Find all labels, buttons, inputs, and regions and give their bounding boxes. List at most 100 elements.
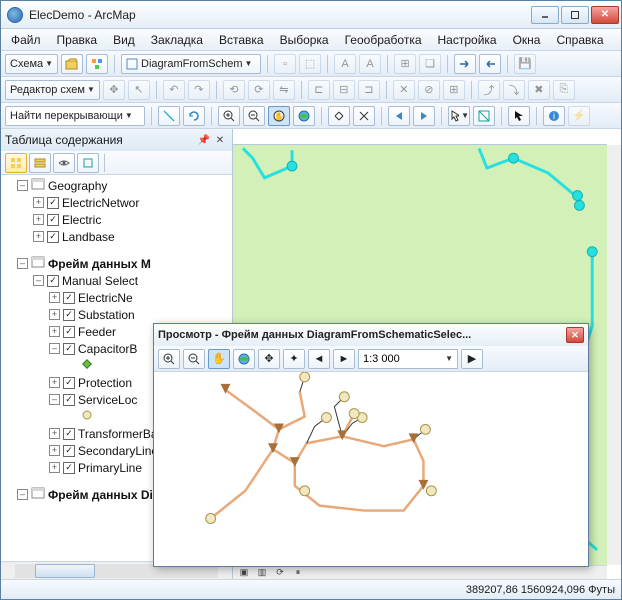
editor-dropdown[interactable]: Редактор схем▼ (5, 80, 100, 100)
list-by-source-icon[interactable] (29, 153, 51, 173)
menu-help[interactable]: Справка (548, 31, 611, 49)
schema-dropdown[interactable]: Схема▼ (5, 54, 58, 74)
titlebar[interactable]: ElecDemo - ArcMap ✕ (1, 1, 621, 29)
propagate-selection-icon[interactable] (454, 54, 476, 74)
layer-checkbox[interactable]: ✓ (47, 197, 59, 209)
layer-secondaryline[interactable]: SecondaryLine (78, 444, 158, 458)
layer-primaryline[interactable]: PrimaryLine (78, 461, 142, 475)
expand-icon[interactable]: + (33, 197, 44, 208)
menu-view[interactable]: Вид (105, 31, 143, 49)
layer-serviceloc[interactable]: ServiceLoc (78, 393, 137, 407)
close-button[interactable]: ✕ (591, 6, 619, 24)
layout-view-icon[interactable]: ▥ (255, 567, 269, 579)
prev-extent-icon[interactable] (388, 106, 410, 126)
data-view-icon[interactable]: ▣ (237, 567, 251, 579)
scroll-thumb[interactable] (35, 564, 95, 578)
full-extent-icon[interactable] (293, 106, 315, 126)
schematic-diagram-icon[interactable] (86, 54, 108, 74)
layer-checkbox[interactable]: ✓ (63, 309, 75, 321)
manual-dataframe[interactable]: Фрейм данных M (48, 257, 151, 271)
layer-substation[interactable]: Substation (78, 308, 135, 322)
viewer-scale-combo[interactable]: 1:3 000▼ (358, 349, 458, 369)
identify-icon[interactable]: i (543, 106, 565, 126)
list-by-visibility-icon[interactable] (53, 153, 75, 173)
collapse-icon[interactable]: – (17, 180, 28, 191)
collapse-icon[interactable]: – (17, 258, 28, 269)
layer-checkbox[interactable]: ✓ (63, 377, 75, 389)
expand-icon[interactable]: + (49, 377, 60, 388)
map-hscrollbar[interactable]: ▣ ▥ ⟳ ⏸ (233, 565, 607, 579)
menu-file[interactable]: Файл (3, 31, 49, 49)
viewer-close-button[interactable]: ✕ (566, 327, 584, 343)
next-extent-icon[interactable] (413, 106, 435, 126)
pan-icon[interactable]: ✋ (268, 106, 290, 126)
geography-frame[interactable]: Geography (48, 179, 107, 193)
open-schematic-icon[interactable] (61, 54, 83, 74)
menu-edit[interactable]: Правка (49, 31, 106, 49)
fixed-zoom-out-icon[interactable] (353, 106, 375, 126)
viewer-pan-icon[interactable]: ✋ (208, 349, 230, 369)
menu-customize[interactable]: Настройка (430, 31, 505, 49)
viewer-full-extent-icon[interactable] (233, 349, 255, 369)
expand-icon[interactable]: + (49, 445, 60, 456)
viewer-prev-extent-icon[interactable]: ◄ (308, 349, 330, 369)
layer-checkbox[interactable]: ✓ (47, 231, 59, 243)
layer-checkbox[interactable]: ✓ (63, 445, 75, 457)
find-overlapping-combo[interactable]: Найти перекрывающи▼ (5, 106, 145, 126)
layer-electricne[interactable]: ElectricNe (78, 291, 133, 305)
menu-insert[interactable]: Вставка (211, 31, 272, 49)
toc-header[interactable]: Таблица содержания 📌 ✕ (1, 129, 232, 151)
select-elements-icon[interactable] (508, 106, 530, 126)
kill-overlap-icon[interactable] (158, 106, 180, 126)
viewer-fixed-zoom-out-icon[interactable]: ✦ (283, 349, 305, 369)
list-by-selection-icon[interactable] (77, 153, 99, 173)
propagate-back-icon[interactable] (479, 54, 501, 74)
group-manual-select[interactable]: Manual Select (62, 274, 138, 288)
viewer-canvas[interactable] (154, 372, 588, 566)
menu-windows[interactable]: Окна (505, 31, 549, 49)
collapse-icon[interactable]: – (17, 489, 28, 500)
layer-checkbox[interactable]: ✓ (47, 214, 59, 226)
menu-selection[interactable]: Выборка (272, 31, 337, 49)
expand-icon[interactable]: + (49, 326, 60, 337)
zoom-out-icon[interactable] (243, 106, 265, 126)
viewer-window[interactable]: Просмотр - Фрейм данных DiagramFromSchem… (153, 323, 589, 567)
layer-electricnetwork[interactable]: ElectricNetwor (62, 196, 139, 210)
layer-capacitor[interactable]: CapacitorB (78, 342, 137, 356)
layer-checkbox[interactable]: ✓ (63, 343, 75, 355)
viewer-fixed-zoom-in-icon[interactable]: ✥ (258, 349, 280, 369)
expand-icon[interactable]: + (33, 231, 44, 242)
layer-checkbox[interactable]: ✓ (63, 428, 75, 440)
layer-checkbox[interactable]: ✓ (63, 394, 75, 406)
collapse-icon[interactable]: – (49, 343, 60, 354)
fixed-zoom-in-icon[interactable] (328, 106, 350, 126)
viewer-zoom-out-icon[interactable] (183, 349, 205, 369)
refresh-view-icon[interactable]: ⟳ (273, 567, 287, 579)
viewer-titlebar[interactable]: Просмотр - Фрейм данных DiagramFromSchem… (154, 324, 588, 346)
layer-protection[interactable]: Protection (78, 376, 132, 390)
expand-icon[interactable]: + (49, 309, 60, 320)
expand-icon[interactable]: + (49, 428, 60, 439)
layer-checkbox[interactable]: ✓ (63, 462, 75, 474)
refresh-icon[interactable] (183, 106, 205, 126)
menu-geoprocessing[interactable]: Геообработка (337, 31, 430, 49)
layer-checkbox[interactable]: ✓ (63, 326, 75, 338)
clear-selection-icon[interactable] (473, 106, 495, 126)
zoom-in-icon[interactable] (218, 106, 240, 126)
viewer-next-extent-icon[interactable]: ► (333, 349, 355, 369)
layer-landbase[interactable]: Landbase (62, 230, 115, 244)
close-panel-icon[interactable]: ✕ (212, 132, 228, 148)
pin-icon[interactable]: 📌 (196, 132, 212, 148)
expand-icon[interactable]: + (49, 462, 60, 473)
collapse-icon[interactable]: – (33, 275, 44, 286)
pause-draw-icon[interactable]: ⏸ (291, 567, 305, 579)
menu-bookmark[interactable]: Закладка (143, 31, 211, 49)
layer-electric[interactable]: Electric (62, 213, 101, 227)
expand-icon[interactable]: + (49, 292, 60, 303)
list-by-drawing-order-icon[interactable] (5, 153, 27, 173)
expand-icon[interactable]: + (33, 214, 44, 225)
maximize-button[interactable] (561, 6, 589, 24)
diagram-template-combo[interactable]: DiagramFromSchem▼ (121, 54, 261, 74)
viewer-zoom-in-icon[interactable] (158, 349, 180, 369)
map-vscrollbar[interactable] (607, 145, 621, 565)
